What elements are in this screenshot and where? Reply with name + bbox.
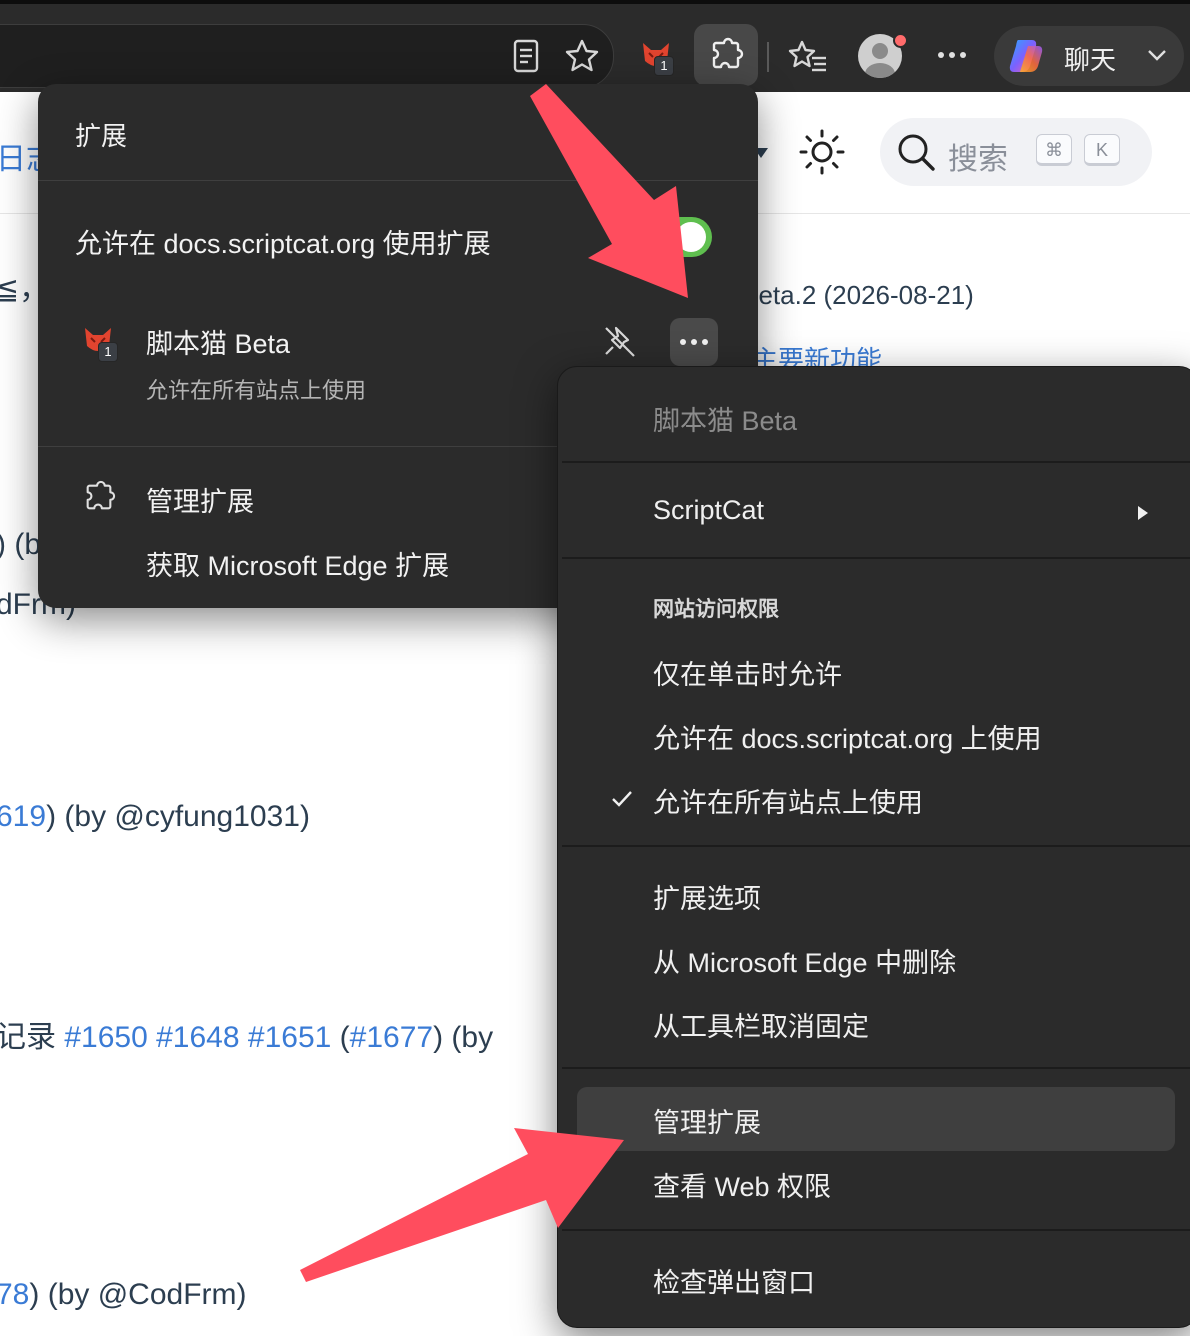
manage-extensions-link[interactable]: 管理扩展 bbox=[146, 480, 254, 519]
search-icon bbox=[898, 134, 935, 171]
page-text-author: ) (by bbox=[433, 1021, 494, 1054]
extensions-popup-title: 扩展 bbox=[75, 121, 128, 151]
page-link-issue[interactable]: #1651 bbox=[248, 1021, 331, 1054]
favorite-star-icon[interactable] bbox=[562, 36, 602, 76]
page-text-author: ) (by @cyfung1031) bbox=[46, 800, 310, 833]
menu-separator bbox=[562, 461, 1190, 463]
page-link-pr[interactable]: #1677 bbox=[350, 1021, 433, 1054]
menu-separator bbox=[562, 1229, 1190, 1231]
puzzle-icon bbox=[712, 37, 744, 69]
scriptcat-toolbar-icon[interactable]: 1 bbox=[634, 34, 678, 78]
menu-item-allow-all-sites[interactable]: 允许在所有站点上使用 bbox=[653, 781, 923, 820]
page-link-issue[interactable]: #1650 bbox=[64, 1021, 147, 1054]
manage-extensions-icon bbox=[82, 480, 116, 514]
page-link-issue[interactable]: 619 bbox=[0, 800, 46, 833]
copilot-chat-button[interactable]: 聊天 bbox=[994, 26, 1184, 86]
toggle-knob bbox=[676, 222, 706, 252]
unpin-icon bbox=[605, 326, 635, 357]
menu-item-inspect-popup[interactable]: 检查弹出窗口 bbox=[653, 1261, 815, 1300]
favorites-list-icon[interactable] bbox=[786, 36, 830, 76]
submenu-arrow-icon bbox=[1138, 506, 1148, 520]
divider bbox=[38, 180, 758, 181]
extensions-button[interactable] bbox=[694, 24, 758, 86]
extension-context-menu: 脚本猫 Beta ScriptCat 网站访问权限 仅在单击时允许 允许在 do… bbox=[557, 366, 1190, 1328]
menu-item-allow-on-click[interactable]: 仅在单击时允许 bbox=[653, 653, 842, 692]
page-link-pr[interactable]: 78 bbox=[0, 1278, 29, 1311]
menu-separator bbox=[562, 1067, 1190, 1069]
extension-access-status: 允许在所有站点上使用 bbox=[146, 378, 367, 403]
page-text-line: 记录 #1650 #1648 #1651 (#1677) (by bbox=[0, 1012, 493, 1056]
pin-extension-button[interactable] bbox=[602, 324, 642, 364]
menu-separator bbox=[562, 845, 1190, 847]
extension-name: 脚本猫 Beta bbox=[146, 329, 291, 359]
menu-item-view-web-permissions[interactable]: 查看 Web 权限 bbox=[653, 1165, 831, 1204]
allow-site-label: 允许在 docs.scriptcat.org 使用扩展 bbox=[75, 229, 491, 259]
menu-item-allow-on-site[interactable]: 允许在 docs.scriptcat.org 上使用 bbox=[653, 717, 1042, 756]
page-text-prefix: 记录 bbox=[0, 1021, 65, 1054]
more-dots-icon bbox=[680, 339, 708, 345]
menu-section-site-access: 网站访问权限 bbox=[653, 598, 779, 621]
profile-notification-dot bbox=[893, 33, 908, 48]
page-text-line: 78) (by @CodFrm) bbox=[0, 1278, 247, 1312]
extension-count-badge: 1 bbox=[654, 56, 674, 76]
checkmark-icon bbox=[612, 791, 632, 807]
menu-item-manage-extensions[interactable]: 管理扩展 bbox=[653, 1101, 761, 1140]
theme-sun-icon[interactable] bbox=[798, 128, 846, 176]
allow-site-toggle[interactable] bbox=[670, 214, 712, 260]
menu-separator bbox=[562, 557, 1190, 559]
extension-count-badge: 1 bbox=[98, 342, 118, 362]
docs-search-box[interactable]: 搜索 ⌘ K bbox=[880, 118, 1152, 186]
page-text-author: ) (by @CodFrm) bbox=[29, 1278, 247, 1311]
chevron-down-icon bbox=[1148, 50, 1166, 61]
scriptcat-extension-icon: 1 bbox=[82, 324, 118, 362]
reader-view-icon[interactable] bbox=[508, 38, 544, 74]
page-text-line: ) (b bbox=[0, 528, 41, 561]
toolbar-divider bbox=[767, 42, 769, 72]
page-text-paren: ( bbox=[331, 1021, 350, 1054]
get-edge-extensions-link[interactable]: 获取 Microsoft Edge 扩展 bbox=[146, 544, 449, 583]
copilot-logo-icon bbox=[1009, 40, 1043, 72]
page-text-line: 619) (by @cyfung1031) bbox=[0, 800, 310, 834]
menu-item-unpin-from-toolbar[interactable]: 从工具栏取消固定 bbox=[653, 1005, 869, 1044]
menu-item-extension-options[interactable]: 扩展选项 bbox=[653, 877, 761, 916]
kbd-cmd: ⌘ bbox=[1036, 134, 1072, 166]
search-label: 搜索 bbox=[948, 143, 1008, 176]
menu-item-remove-from-edge[interactable]: 从 Microsoft Edge 中删除 bbox=[653, 941, 956, 980]
copilot-label: 聊天 bbox=[1064, 45, 1117, 75]
more-options-icon[interactable] bbox=[934, 40, 970, 70]
menu-item-scriptcat[interactable]: ScriptCat bbox=[653, 495, 764, 526]
page-link-issue[interactable]: #1648 bbox=[156, 1021, 239, 1054]
kbd-k: K bbox=[1084, 134, 1120, 166]
menu-header-extension-name: 脚本猫 Beta bbox=[653, 406, 798, 436]
page-text-version: beta.2 (2026-08-21) bbox=[744, 280, 974, 310]
extension-more-actions-button[interactable] bbox=[670, 318, 718, 366]
browser-toolbar: 1 聊天 bbox=[0, 0, 1190, 92]
